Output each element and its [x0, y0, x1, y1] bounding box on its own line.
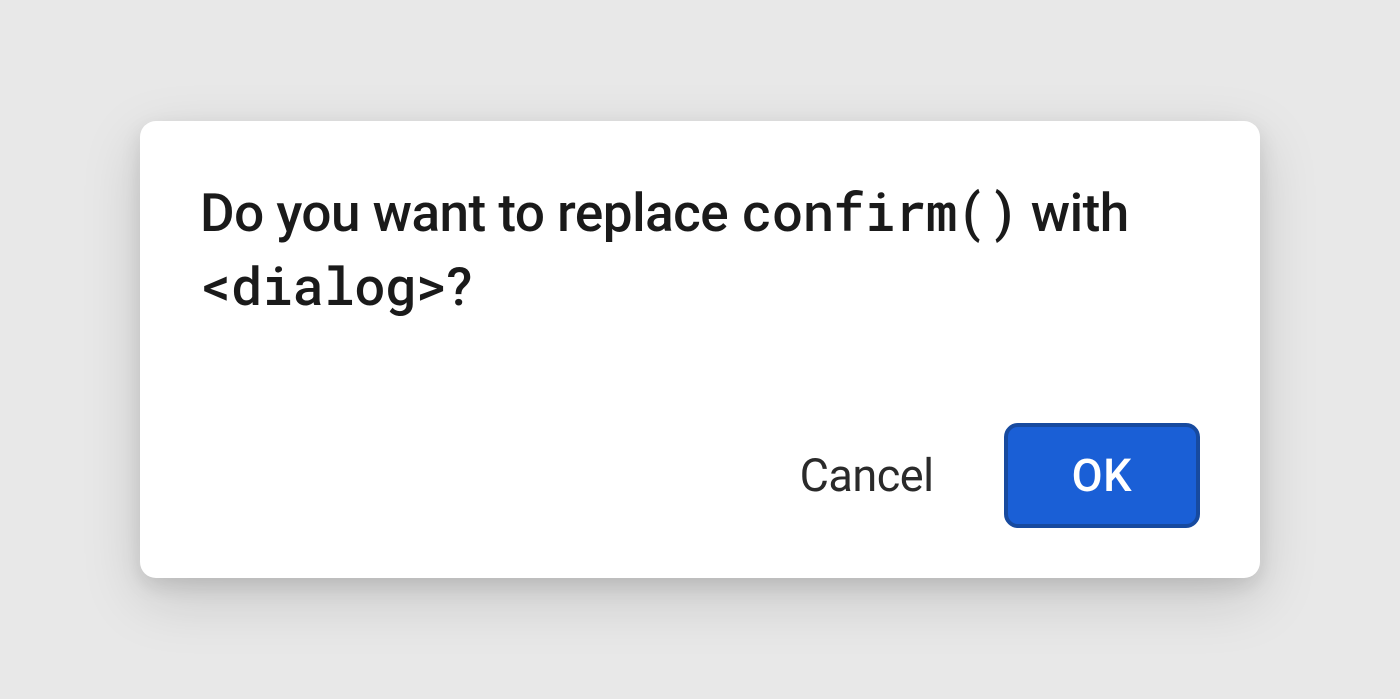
message-text-3: ? — [446, 256, 471, 318]
dialog-message: Do you want to replace confirm() with <d… — [200, 176, 1200, 323]
ok-button[interactable]: OK — [1004, 423, 1200, 528]
dialog-button-row: Cancel OK — [200, 423, 1200, 528]
message-code-2: <dialog> — [200, 250, 446, 320]
confirm-dialog: Do you want to replace confirm() with <d… — [140, 121, 1260, 578]
cancel-button[interactable]: Cancel — [800, 449, 934, 502]
message-text-2: with — [1018, 182, 1129, 244]
message-text-1: Do you want to replace — [200, 182, 741, 244]
message-code-1: confirm() — [741, 176, 1018, 246]
